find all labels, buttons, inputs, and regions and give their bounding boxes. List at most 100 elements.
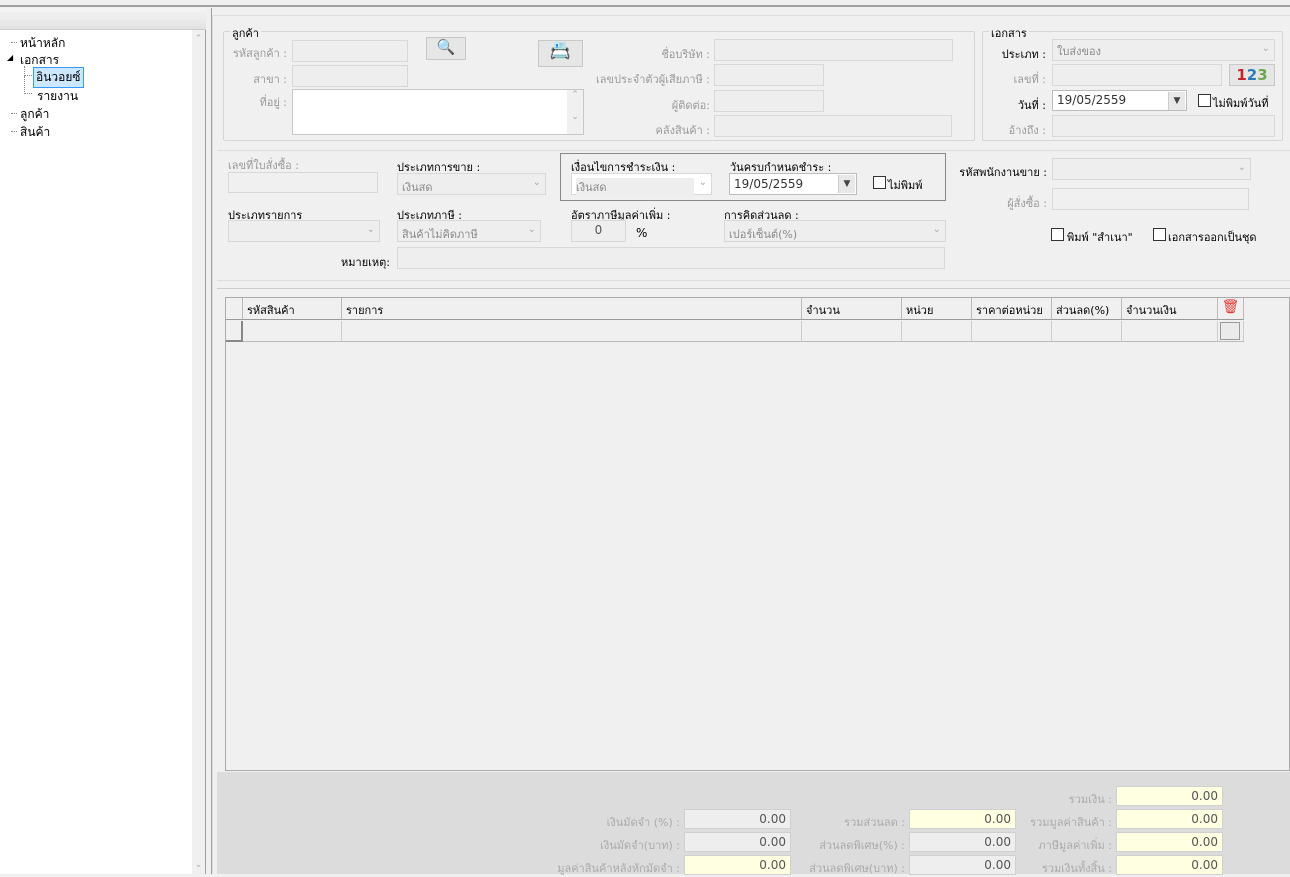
document-group-title: เอกสาร [989,24,1029,42]
column-header-code[interactable]: รหัสสินค้า [243,298,342,320]
address-scrollbar[interactable]: ⌃ ⌄ [567,90,583,134]
address-textarea[interactable]: ⌃ ⌄ [292,89,584,135]
cell-amount[interactable] [1122,321,1218,342]
cell-unit[interactable] [902,321,972,342]
branch-input[interactable] [292,65,408,87]
doc-set-checkbox[interactable] [1153,228,1166,241]
after-deposit-label: มูลค่าสินค้าหลังหักมัดจำ : [557,862,680,875]
tree-item-report[interactable]: รายงาน [37,87,78,106]
cell-description[interactable] [342,321,802,342]
company-name-input[interactable] [714,39,953,61]
print-copy-checkbox[interactable] [1051,228,1064,241]
sale-type-select[interactable]: เงินสด ⌄ [397,173,546,195]
customer-card-button[interactable]: 📇 [538,40,583,67]
salesperson-label: รหัสพนักงานขาย : [959,166,1047,179]
cell-discount[interactable] [1052,321,1122,342]
payment-terms-select[interactable]: เงินสด ⌄ [571,173,712,196]
chevron-down-icon: ⌄ [932,224,941,235]
tree-item-products[interactable]: สินค้า [20,123,50,142]
number-123-icon: 123 [1236,66,1268,84]
tax-id-label: เลขประจำตัวผู้เสียภาษี : [595,73,710,86]
vat-label: ภาษีมูลค่าเพิ่ม : [1038,839,1112,852]
no-print-date-checkbox[interactable] [1198,94,1211,107]
delete-row-button[interactable] [1220,322,1240,340]
vat-rate-input[interactable]: 0 [571,220,626,242]
items-grid[interactable] [225,297,1290,771]
doc-date-label: วันที่ : [1017,99,1046,112]
doc-date-picker[interactable]: 19/05/2559 ▼ [1052,90,1187,111]
vat-rate-unit: % [636,226,648,240]
grand-total-label: รวมเงินทั้งสิ้น : [1041,862,1112,875]
search-customer-button[interactable]: 🔍 [426,37,466,60]
discount-type-select[interactable]: เปอร์เซ็นต์(%) ⌄ [724,220,946,242]
print-copy-label: พิมพ์ "สำเนา" [1067,231,1133,244]
customer-code-input[interactable] [292,40,408,62]
deposit-pct-label: เงินมัดจำ (%) : [606,816,680,829]
doc-number-label: เลขที่ : [1013,73,1046,86]
column-header-unit-price[interactable]: ราคาต่อหน่วย [972,298,1052,320]
expand-arrow-icon[interactable]: ◢ [7,53,13,62]
navigation-scrollbar[interactable]: ⌃ ⌄ [192,30,205,874]
due-date-picker[interactable]: 19/05/2559 ▼ [729,173,857,195]
tax-id-input[interactable] [714,64,824,86]
auto-number-button[interactable]: 123 [1229,64,1275,86]
chevron-down-icon: ⌄ [532,177,541,188]
orderer-input[interactable] [1052,188,1249,210]
chevron-down-icon: ⌄ [366,224,375,235]
column-header-unit[interactable]: หน่วย [902,298,972,320]
goods-value-value: 0.00 [1116,809,1223,829]
discount-type-value: เปอร์เซ็นต์(%) [729,228,798,241]
no-print-label: ไม่พิมพ์ [888,179,923,192]
subtotal-value: 0.00 [1116,786,1223,806]
cell-delete[interactable] [1218,321,1244,342]
item-type-select[interactable]: ⌄ [228,220,380,242]
warehouse-label: คลังสินค้า : [655,124,710,137]
cell-quantity[interactable] [802,321,902,342]
company-name-label: ชื่อบริษัท : [661,48,710,61]
search-icon: 🔍 [436,38,456,56]
contact-label: ผู้ติดต่อ: [671,99,710,112]
branch-label: สาขา : [253,73,287,86]
doc-date-value: 19/05/2559 [1057,93,1127,107]
cell-code[interactable] [243,321,342,342]
no-print-checkbox[interactable] [873,176,886,189]
total-discount-label: รวมส่วนลด : [844,816,905,829]
salesperson-select[interactable]: ⌄ [1052,158,1251,180]
goods-value-label: รวมมูลค่าสินค้า : [1030,816,1112,829]
customer-code-label: รหัสลูกค้า : [232,47,287,60]
reference-input[interactable] [1052,115,1275,137]
payment-terms-value: เงินสด [576,178,694,196]
dropdown-arrow-icon[interactable]: ▼ [838,175,855,193]
customer-group-title: ลูกค้า [230,24,261,42]
cell-unit-price[interactable] [972,321,1052,342]
chevron-down-icon: ⌄ [1261,43,1270,54]
po-number-input[interactable] [228,172,378,193]
divider [217,288,1290,289]
note-input[interactable] [397,247,945,269]
delete-column-header[interactable]: 🗑 [1218,298,1244,320]
column-header-description[interactable]: รายการ [342,298,802,320]
tree-item-invoice[interactable]: อินวอยซ์ [33,67,84,88]
row-header[interactable] [226,321,243,342]
special-discount-baht-label: ส่วนลดพิเศษ(บาท) : [809,862,905,875]
doc-number-input[interactable] [1052,64,1222,86]
note-label: หมายเหตุ: [341,256,390,269]
sale-type-value: เงินสด [402,181,433,194]
column-header-discount[interactable]: ส่วนลด(%) [1052,298,1122,320]
dropdown-arrow-icon[interactable]: ▼ [1168,92,1185,110]
column-header-amount[interactable]: จำนวนเงิน [1122,298,1218,320]
tax-type-select[interactable]: สินค้าไม่คิดภาษี ⌄ [397,220,541,242]
doc-set-label: เอกสารออกเป็นชุด [1168,231,1257,244]
navigation-tree: หน้าหลัก ◢ เอกสาร อินวอยซ์ รายงาน ลูกค้า… [0,30,190,150]
column-header-quantity[interactable]: จำนวน [802,298,902,320]
chevron-down-icon: ⌄ [698,177,707,188]
deposit-baht-label: เงินมัดจำ(บาท) : [600,839,680,852]
warehouse-input[interactable] [714,115,952,137]
doc-type-value: ใบส่งของ [1057,45,1101,58]
tree-item-customers[interactable]: ลูกค้า [20,105,49,124]
doc-type-select[interactable]: ใบส่งของ ⌄ [1052,39,1275,61]
contact-input[interactable] [714,90,824,112]
grand-total-value: 0.00 [1116,855,1223,875]
reference-label: อ้างถึง : [1008,124,1046,137]
tax-type-value: สินค้าไม่คิดภาษี [402,228,478,241]
